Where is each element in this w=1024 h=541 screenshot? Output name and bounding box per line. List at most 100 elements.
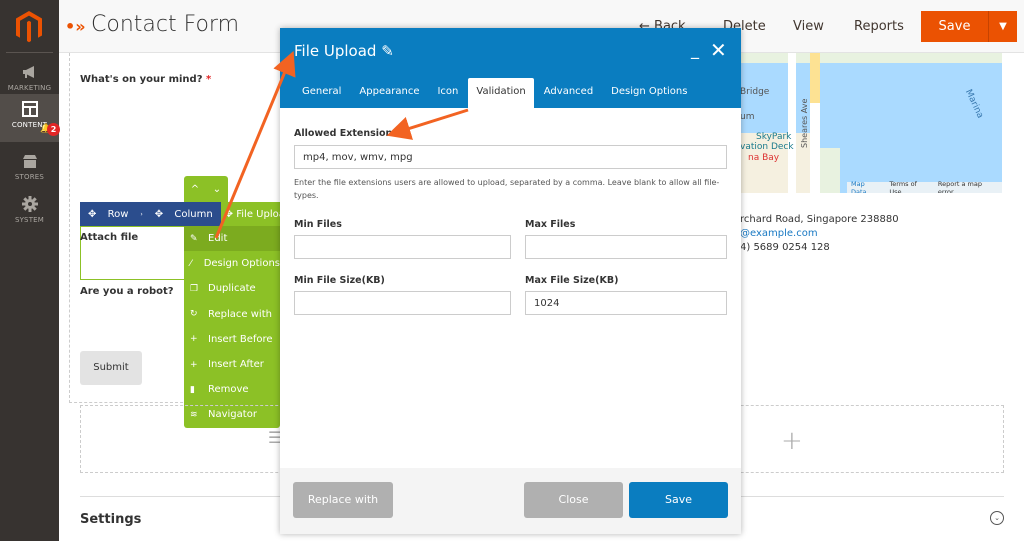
- refresh-icon: ↻: [190, 309, 198, 320]
- sidebar-item-label: MARKETING: [7, 84, 52, 92]
- megaphone-icon: [22, 66, 34, 78]
- google-map[interactable]: Bridge um SkyPark vation Deck na Bay She…: [740, 53, 1002, 193]
- contact-info: rchard Road, Singapore 238880 @example.c…: [740, 213, 899, 255]
- required-mark: *: [205, 74, 212, 85]
- menu-item-remove[interactable]: ▮ Remove: [184, 377, 280, 402]
- report-error-link[interactable]: Report a map error: [938, 180, 998, 194]
- tab-design-options[interactable]: Design Options: [603, 78, 695, 108]
- attach-label: Attach file: [80, 232, 139, 243]
- min-files-label: Min Files: [294, 219, 342, 230]
- menu-item-label: Insert After: [208, 359, 264, 371]
- breadcrumb-row[interactable]: ✥ Row: [80, 209, 136, 220]
- menu-item-design-options[interactable]: ⁄ Design Options: [184, 251, 280, 276]
- menu-item-label: Remove: [208, 384, 249, 396]
- element-breadcrumb-toolbar: ✥ Row › ✥ Column ✥ File Upload ✎: [80, 202, 312, 226]
- max-file-size-label: Max File Size(KB): [525, 275, 619, 286]
- breadcrumb-separator: ›: [140, 210, 143, 218]
- add-element-icon[interactable]: +: [781, 426, 803, 456]
- dialog-title-text: File Upload: [294, 42, 377, 60]
- submit-button[interactable]: Submit: [80, 351, 142, 385]
- map-label: Bridge: [740, 87, 770, 97]
- contact-phone: 4) 5689 0254 128: [740, 242, 830, 253]
- menu-item-insert-before[interactable]: + Insert Before: [184, 327, 280, 352]
- map-data-link[interactable]: Map Data: [851, 180, 881, 194]
- element-context-menu: ✎ Edit ⁄ Design Options ❐ Duplicate ↻ Replac…: [184, 226, 280, 428]
- menu-item-label: Edit: [208, 233, 228, 245]
- menu-item-duplicate[interactable]: ❐ Duplicate: [184, 276, 280, 301]
- save-button[interactable]: Save: [921, 11, 988, 42]
- contact-email[interactable]: @example.com: [740, 227, 899, 241]
- move-icon: ✥: [224, 208, 234, 220]
- robot-label: Are you a robot?: [80, 286, 174, 297]
- sidebar-item-label: STORES: [14, 173, 45, 181]
- move-icon: ✥: [88, 208, 97, 220]
- dialog-title: File Upload ✎: [294, 42, 394, 60]
- settings-label: Settings: [80, 512, 142, 527]
- plus-icon: +: [190, 334, 198, 345]
- tab-general[interactable]: General: [294, 78, 349, 108]
- sidebar-item-system[interactable]: SYSTEM: [0, 189, 59, 237]
- view-button[interactable]: View: [793, 19, 824, 34]
- move-up-icon[interactable]: ^: [191, 184, 199, 195]
- contact-address: rchard Road, Singapore 238880: [740, 214, 899, 225]
- map-label: SkyPark: [756, 132, 792, 142]
- file-upload-dialog: File Upload ✎ _ ✕ General Appearance Ico…: [280, 28, 741, 534]
- close-icon[interactable]: ✕: [710, 38, 727, 62]
- map-road: [788, 53, 796, 193]
- menu-item-edit[interactable]: ✎ Edit: [184, 226, 280, 252]
- layout-icon: [21, 101, 38, 117]
- allowed-extensions-input[interactable]: [294, 145, 727, 169]
- admin-sidebar: MARKETING CONTENT 🔔 2 STORES SYSTEM: [0, 0, 60, 541]
- save-dropdown-button[interactable]: ▼: [988, 11, 1017, 42]
- breadcrumb-column[interactable]: ✥ Column: [147, 209, 221, 220]
- allowed-extensions-label: Allowed Extensions: [294, 128, 398, 139]
- dialog-save-button[interactable]: Save: [629, 482, 728, 518]
- tab-validation[interactable]: Validation: [468, 78, 534, 108]
- pencil-icon: ✎: [190, 233, 198, 244]
- menu-item-label: Insert Before: [208, 333, 273, 345]
- magento-logo-icon[interactable]: [14, 10, 44, 44]
- dialog-tabs: General Appearance Icon Validation Advan…: [294, 78, 697, 108]
- tab-advanced[interactable]: Advanced: [536, 78, 601, 108]
- column-label: Column: [174, 208, 213, 220]
- move-down-icon[interactable]: ⌄: [213, 184, 221, 195]
- tab-icon[interactable]: Icon: [429, 78, 466, 108]
- terms-link[interactable]: Terms of Use: [889, 180, 929, 194]
- dialog-header: File Upload ✎ _ ✕ General Appearance Ico…: [280, 28, 741, 108]
- mind-label-text: What's on your mind?: [80, 74, 203, 85]
- duplicate-icon: ❐: [190, 283, 199, 294]
- close-button[interactable]: Close: [524, 482, 623, 518]
- map-label: Marina: [962, 88, 985, 121]
- edit-title-pencil-icon[interactable]: ✎: [381, 42, 394, 60]
- page-builder-icon: •»: [65, 17, 86, 36]
- chevron-down-icon[interactable]: ⌄: [990, 511, 1004, 525]
- reports-button[interactable]: Reports: [854, 19, 904, 34]
- menu-item-replace-with[interactable]: ↻ Replace with: [184, 302, 280, 327]
- map-label: na Bay: [748, 153, 780, 163]
- max-files-input[interactable]: [525, 235, 727, 259]
- menu-item-insert-after[interactable]: + Insert After: [184, 352, 280, 377]
- replace-with-button[interactable]: Replace with: [293, 482, 393, 518]
- logo-divider: [6, 52, 53, 53]
- max-file-size-input[interactable]: [525, 291, 727, 315]
- brush-icon: ⁄: [190, 258, 192, 269]
- tab-appearance[interactable]: Appearance: [351, 78, 427, 108]
- move-icon: ✥: [154, 208, 164, 220]
- sidebar-item-label: SYSTEM: [14, 216, 45, 224]
- menu-item-label: Replace with: [208, 308, 272, 320]
- map-label: vation Deck: [740, 142, 794, 152]
- min-files-input[interactable]: [294, 235, 511, 259]
- menu-item-label: Duplicate: [208, 283, 256, 295]
- sidebar-item-stores[interactable]: STORES: [0, 146, 59, 194]
- minimize-button[interactable]: _: [691, 40, 699, 59]
- move-controls: ^ ⌄: [184, 176, 228, 202]
- gear-icon: [21, 196, 38, 212]
- map-label: um: [740, 112, 755, 122]
- min-file-size-input[interactable]: [294, 291, 511, 315]
- page-title: Contact Form: [91, 12, 240, 37]
- store-icon: [22, 155, 37, 168]
- plus-icon: +: [190, 359, 198, 370]
- map-label: Sheares Ave: [800, 98, 809, 148]
- mind-label: What's on your mind? *: [80, 74, 211, 85]
- min-file-size-label: Min File Size(KB): [294, 275, 385, 286]
